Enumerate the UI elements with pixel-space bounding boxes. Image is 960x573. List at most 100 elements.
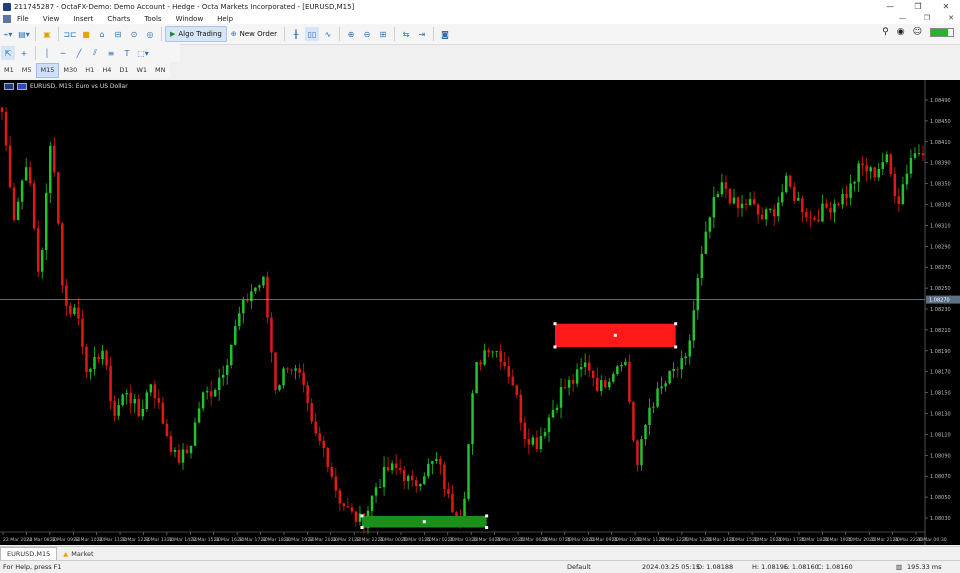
bullish-candle: [294, 368, 297, 371]
bullish-candle: [648, 407, 651, 425]
bearish-candle: [563, 387, 567, 388]
chart-restore-button[interactable]: ❐: [924, 13, 930, 24]
bullish-candle: [748, 199, 752, 205]
fibonacci-icon[interactable]: ≡: [104, 46, 118, 60]
minimize-button[interactable]: —: [876, 0, 904, 13]
candlestick-chart-icon[interactable]: ▯▯: [305, 27, 320, 41]
bullish-candle: [149, 384, 153, 393]
bullish-candle: [776, 202, 780, 217]
bullish-candle: [93, 357, 96, 370]
bearish-candle: [61, 223, 64, 286]
price-tick-label: 1.08450: [930, 119, 951, 125]
zone-anchor-handle[interactable]: [422, 520, 426, 524]
bearish-candle: [805, 212, 808, 218]
bullish-candle: [89, 369, 92, 372]
cursor-icon[interactable]: ⇱: [1, 46, 15, 60]
signals-icon[interactable]: ◎: [143, 27, 157, 41]
chart-window[interactable]: 1.08490 1.08450 1.08410 1.08390 1.08350 1.083…: [0, 80, 960, 545]
zoom-out-icon[interactable]: ⊖: [360, 27, 374, 41]
window-controls: — ❐ ✕: [876, 0, 960, 13]
zone-anchor-handle[interactable]: [553, 322, 557, 326]
tab-market[interactable]: ▲ Market: [57, 548, 99, 560]
equidistant-channel-icon[interactable]: ⫽: [88, 46, 102, 60]
auto-scroll-icon[interactable]: ⇆: [399, 27, 413, 41]
screenshot-icon[interactable]: ◙: [438, 27, 452, 41]
bearish-candle: [402, 469, 406, 482]
horizontal-line-icon[interactable]: ─: [56, 46, 70, 60]
market-watch-icon[interactable]: ▣: [40, 27, 54, 41]
chart-minimize-button[interactable]: —: [899, 13, 906, 24]
zone-anchor-handle[interactable]: [613, 333, 617, 337]
chart-window-icon[interactable]: [3, 14, 11, 23]
metatrader-app-icon: [3, 2, 11, 11]
account-icon[interactable]: ☺: [913, 27, 922, 37]
zone-anchor-handle[interactable]: [674, 322, 678, 326]
bar-chart-icon[interactable]: ╫: [289, 27, 303, 41]
bullish-candle: [688, 340, 691, 357]
zone-anchor-handle[interactable]: [485, 526, 489, 530]
shapes-icon[interactable]: ⬚▾: [136, 46, 150, 60]
timeframe-m1[interactable]: M1: [0, 64, 18, 77]
menu-insert[interactable]: Insert: [73, 15, 93, 23]
zone-anchor-handle[interactable]: [485, 514, 489, 518]
maximize-button[interactable]: ❐: [904, 0, 932, 13]
new-order-button[interactable]: ⊕ New Order: [227, 27, 281, 41]
metaeditor-icon[interactable]: ⊙: [127, 27, 141, 41]
new-chart-icon[interactable]: ⌁▾: [1, 27, 15, 41]
timeframe-h4[interactable]: H4: [98, 64, 115, 77]
menu-help[interactable]: Help: [217, 15, 233, 23]
timeframe-m5[interactable]: M5: [18, 64, 36, 77]
menu-charts[interactable]: Charts: [107, 15, 130, 23]
menu-tools[interactable]: Tools: [144, 15, 161, 23]
line-chart-icon[interactable]: ∿: [321, 27, 335, 41]
price-chart[interactable]: 1.08490 1.08450 1.08410 1.08390 1.08350 1.083…: [0, 80, 960, 545]
data-window-icon[interactable]: ⊐⊏: [63, 27, 77, 41]
chart-shift-icon[interactable]: ⇥: [415, 27, 429, 41]
timeframe-m15[interactable]: M15: [35, 62, 60, 78]
bullish-candle: [117, 405, 120, 416]
bearish-candle: [728, 188, 732, 204]
strategy-tester-icon[interactable]: ⌂: [95, 27, 109, 41]
tile-windows-icon[interactable]: ⊞: [376, 27, 390, 41]
timeframe-mn[interactable]: MN: [151, 64, 169, 77]
menu-file[interactable]: File: [17, 15, 29, 23]
tab-eurusd-m15[interactable]: EURUSD,M15: [0, 546, 58, 561]
crosshair-icon[interactable]: +: [17, 46, 31, 60]
timeframe-m30[interactable]: M30: [59, 64, 81, 77]
text-icon[interactable]: T: [120, 46, 134, 60]
bearish-candle: [591, 370, 595, 378]
timeframe-h1[interactable]: H1: [81, 64, 98, 77]
terminal-icon[interactable]: ⊟: [111, 27, 125, 41]
trend-line-icon[interactable]: ╱: [72, 46, 86, 60]
algo-trading-button[interactable]: ▶ Algo Trading: [165, 26, 227, 42]
community-icon[interactable]: ◉: [897, 27, 905, 37]
chart-close-button[interactable]: ✕: [948, 13, 954, 24]
toolbar-right: ⚲ ◉ ☺: [882, 27, 954, 37]
zone-anchor-handle[interactable]: [360, 514, 364, 518]
timeframe-d1[interactable]: D1: [115, 64, 132, 77]
bearish-candle: [636, 440, 639, 466]
bearish-candle: [354, 511, 358, 522]
menu-view[interactable]: View: [43, 15, 60, 23]
menu-window[interactable]: Window: [176, 15, 204, 23]
close-button[interactable]: ✕: [932, 0, 960, 13]
search-icon[interactable]: ⚲: [882, 27, 889, 37]
toolbar-separator: [161, 27, 162, 41]
zoom-in-icon[interactable]: ⊕: [344, 27, 358, 41]
bearish-candle: [789, 175, 792, 187]
bullish-candle: [495, 351, 498, 352]
lock-icon[interactable]: ■: [79, 27, 93, 41]
zone-anchor-handle[interactable]: [553, 345, 557, 349]
zone-anchor-handle[interactable]: [674, 345, 678, 349]
bearish-candle: [109, 365, 112, 402]
timeframe-w1[interactable]: W1: [132, 64, 151, 77]
bullish-candle: [181, 449, 185, 463]
bearish-candle: [439, 458, 442, 465]
profiles-icon[interactable]: ▤▾: [17, 27, 31, 41]
price-tick-label: 1.08170: [930, 370, 951, 376]
bearish-candle: [736, 197, 740, 209]
zone-anchor-handle[interactable]: [360, 526, 364, 530]
vertical-line-icon[interactable]: │: [40, 46, 54, 60]
bearish-candle: [177, 449, 181, 463]
bullish-candle: [370, 495, 374, 511]
